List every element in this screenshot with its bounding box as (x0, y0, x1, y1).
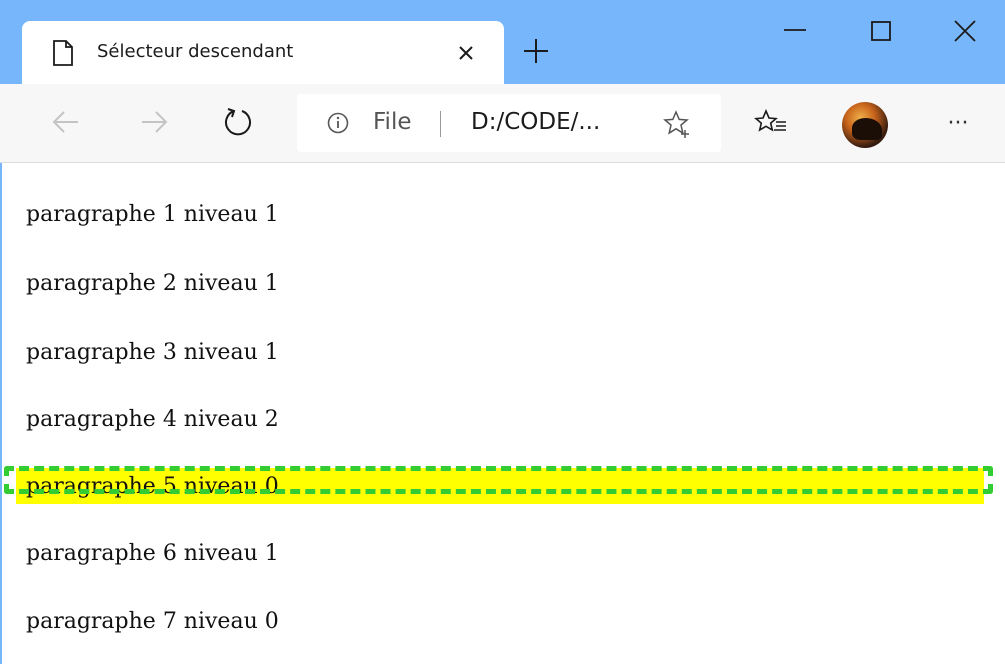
back-arrow-icon[interactable] (44, 100, 88, 144)
address-scheme: File (373, 109, 412, 135)
window-left-border (0, 163, 2, 664)
info-icon[interactable] (327, 112, 349, 134)
more-options-icon[interactable]: ··· (936, 106, 980, 142)
paragraph-1: paragraphe 1 niveau 1 (26, 202, 279, 227)
address-bar[interactable]: File D:/CODE/... (297, 94, 721, 152)
add-favorite-star-icon[interactable] (661, 108, 693, 140)
profile-avatar-icon[interactable] (842, 102, 888, 148)
paragraph-3: paragraphe 3 niveau 1 (26, 340, 279, 365)
title-bar: Sélecteur descendant (0, 0, 1005, 84)
new-tab-plus-icon[interactable] (521, 36, 551, 66)
favorites-list-icon[interactable] (752, 104, 792, 144)
paragraph-4: paragraphe 4 niveau 2 (26, 407, 279, 432)
address-separator (440, 111, 441, 137)
browser-toolbar: File D:/CODE/... ··· (0, 84, 1005, 163)
tab-active[interactable]: Sélecteur descendant (22, 21, 504, 84)
forward-arrow-icon[interactable] (132, 100, 176, 144)
address-url[interactable]: D:/CODE/... (471, 109, 600, 135)
paragraph-6: paragraphe 6 niveau 1 (26, 541, 279, 566)
tab-close-icon[interactable] (452, 39, 480, 67)
page-icon (52, 40, 74, 66)
avatar-silhouette (852, 118, 882, 140)
refresh-icon[interactable] (216, 100, 260, 144)
maximize-icon[interactable] (848, 0, 914, 64)
selection-dashed-outline (4, 466, 993, 494)
paragraph-2: paragraphe 2 niveau 1 (26, 271, 279, 296)
tab-title: Sélecteur descendant (97, 41, 294, 62)
window-close-icon[interactable] (932, 0, 998, 64)
paragraph-7: paragraphe 7 niveau 0 (26, 609, 279, 634)
minimize-icon[interactable] (762, 0, 828, 64)
browser-window: Sélecteur descendant File D:/CODE/... ··… (0, 0, 1005, 664)
